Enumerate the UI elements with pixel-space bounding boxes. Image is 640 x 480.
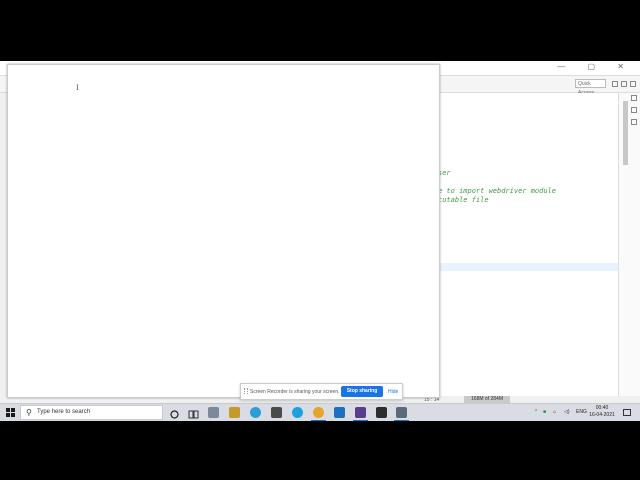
mail-icon[interactable] <box>271 407 282 418</box>
heap-status[interactable]: 168M of 284M <box>464 396 510 403</box>
desktop-screen: — ▢ ✕ Quick Access ser e to import webdr… <box>0 61 640 420</box>
minimize-icon[interactable] <box>631 95 637 101</box>
window-controls[interactable]: — ▢ ✕ <box>557 62 634 71</box>
current-line-highlight <box>438 263 618 271</box>
skype-icon[interactable] <box>292 407 303 418</box>
language-indicator[interactable]: ENG <box>576 409 587 415</box>
store-icon[interactable] <box>229 407 240 418</box>
debug-perspective-icon[interactable] <box>630 81 636 87</box>
recorder-icon[interactable] <box>353 407 368 421</box>
search-placeholder: Type here to search <box>37 409 91 415</box>
cortana-icon[interactable] <box>169 407 180 419</box>
editor-side-panel <box>618 93 640 396</box>
outline-icon[interactable] <box>631 107 637 113</box>
system-clock[interactable]: 00:40 16-04-2021 <box>587 405 617 419</box>
taskbar-search-input[interactable]: ⚲ Type here to search <box>20 405 163 420</box>
blank-white-window[interactable]: I <box>7 64 440 398</box>
java-perspective-icon[interactable] <box>621 81 627 87</box>
edge-icon[interactable] <box>250 407 261 418</box>
volume-icon[interactable]: ◁) <box>564 409 570 415</box>
perspective-icon[interactable] <box>612 81 618 87</box>
chrome-icon[interactable] <box>311 407 326 421</box>
hide-button[interactable]: Hide <box>388 389 398 395</box>
camera-icon[interactable] <box>376 407 387 418</box>
task-list-icon[interactable] <box>631 119 637 125</box>
quick-access-field[interactable]: Quick Access <box>575 79 606 96</box>
clock-date: 16-04-2021 <box>589 412 615 418</box>
editor-scrollbar[interactable] <box>623 101 628 165</box>
outlook-mail-icon[interactable] <box>334 407 345 418</box>
code-editor[interactable]: ser e to import webdriver module cutable… <box>438 93 618 396</box>
text-cursor-icon: I <box>76 83 79 92</box>
notification-icon[interactable] <box>623 409 631 416</box>
screen-sharing-bar: Screen Recorder is sharing your screen. … <box>240 383 403 400</box>
show-hidden-icons-icon[interactable]: ⌃ <box>534 409 538 415</box>
code-comment-line: e to import webdriver module <box>438 187 557 195</box>
drag-handle-icon[interactable] <box>244 388 248 394</box>
network-icon[interactable]: ⌂ <box>553 409 556 415</box>
windows-start-icon[interactable] <box>6 408 15 417</box>
stop-sharing-button[interactable]: Stop sharing <box>341 386 383 397</box>
code-comment-line: cutable file <box>438 196 489 204</box>
clock-time: 00:40 <box>595 405 609 411</box>
eclipse-icon[interactable] <box>394 407 409 421</box>
sharing-message: Screen Recorder is sharing your screen. <box>250 389 340 395</box>
search-icon: ⚲ <box>26 408 32 417</box>
task-view-icon[interactable] <box>188 407 199 419</box>
security-icon[interactable]: ■ <box>543 409 546 415</box>
file-explorer-icon[interactable] <box>208 407 219 418</box>
windows-taskbar: ⚲ Type here to search ⌃ ■ ⌂ ◁) ENG 00:40… <box>0 403 640 421</box>
